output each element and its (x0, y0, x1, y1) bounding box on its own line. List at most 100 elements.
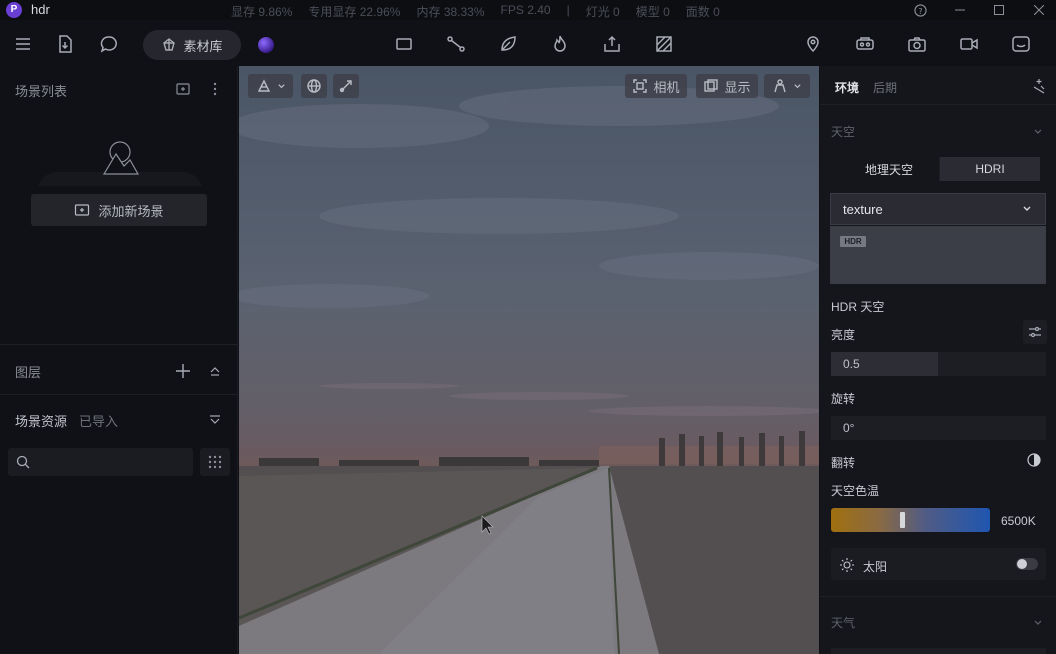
asset-library-button[interactable]: 素材库 (143, 30, 241, 60)
import-file-icon[interactable] (54, 33, 76, 55)
leaf-tool-icon[interactable] (497, 33, 519, 55)
divider (820, 104, 1056, 105)
chevron-down-icon[interactable] (1032, 125, 1044, 137)
scene-list-title: 场景列表 (15, 84, 68, 99)
transform-icon (257, 79, 270, 92)
menu-icon[interactable] (12, 33, 34, 55)
app-window: P hdr 显存 9.86% 专用显存 22.96% 内存 38.33% FPS… (0, 0, 1056, 654)
sky-mode-segmented: 地理天空 HDRI (839, 157, 1040, 181)
transform-dropdown[interactable] (248, 74, 293, 98)
filter-dropdown-icon[interactable] (206, 410, 224, 428)
stats-bar: 显存 9.86% 专用显存 22.96% 内存 38.33% FPS 2.40 … (231, 3, 720, 20)
magic-wand-icon[interactable] (1031, 78, 1047, 94)
stat-lights: 灯光 0 (585, 5, 620, 19)
globe-outline-icon (307, 79, 321, 93)
snap-button[interactable] (333, 74, 359, 98)
stat-models: 模型 0 (635, 5, 670, 19)
divider (0, 394, 238, 395)
add-layer-icon[interactable] (174, 362, 192, 380)
video-icon[interactable] (958, 33, 980, 55)
sky-section-title: 天空 (831, 125, 856, 139)
sky-temp-value: 6500K (1001, 514, 1036, 528)
spawn-tool-icon[interactable] (601, 33, 623, 55)
brightness-value: 0.5 (843, 357, 860, 371)
sun-label: 太阳 (863, 560, 888, 574)
chat-icon[interactable] (98, 33, 120, 55)
layers-title: 图层 (15, 365, 42, 380)
display-icon (704, 79, 719, 92)
tab-scene-assets[interactable]: 场景资源 (15, 411, 67, 430)
vr-icon[interactable] (854, 33, 876, 55)
sky-temp-slider[interactable] (831, 508, 990, 532)
camera-focus-icon (633, 79, 648, 93)
divider (820, 596, 1056, 597)
help-icon[interactable]: ? (905, 0, 935, 20)
add-scene-icon[interactable] (174, 80, 192, 98)
close-button[interactable] (1024, 0, 1054, 20)
weather-section-body (831, 648, 1046, 654)
divider (0, 344, 238, 345)
sky-temp-handle[interactable] (900, 512, 905, 528)
person-icon (774, 79, 786, 93)
rotation-input[interactable]: 0° (831, 416, 1046, 440)
asset-library-label: 素材库 (183, 38, 223, 54)
asset-library-icon (163, 38, 176, 51)
snap-icon (339, 80, 352, 93)
texture-select-value: texture (843, 201, 883, 217)
stat-dedicated-vram: 专用显存 22.96% (308, 5, 401, 19)
stat-vram: 显存 9.86% (231, 5, 293, 19)
texture-select[interactable]: texture (830, 193, 1046, 225)
chevron-down-icon[interactable] (1032, 616, 1044, 628)
adjust-icon[interactable] (1023, 320, 1047, 344)
svg-text:?: ? (918, 5, 922, 15)
brightness-label: 亮度 (831, 328, 856, 342)
app-logo: P (6, 2, 22, 18)
add-scene-button-icon (75, 204, 90, 216)
hdr-sky-label: HDR 天空 (831, 300, 885, 314)
tab-post-processing[interactable]: 后期 (873, 79, 897, 96)
stat-faces: 面数 0 (685, 5, 720, 19)
sky-temp-label: 天空色温 (831, 484, 880, 498)
rotation-label: 旋转 (831, 392, 856, 406)
add-scene-button[interactable]: 添加新场景 (31, 194, 207, 226)
sun-icon (839, 557, 855, 573)
texture-tool-icon[interactable] (653, 33, 675, 55)
character-dropdown[interactable] (764, 74, 810, 98)
world-space-button[interactable] (301, 74, 327, 98)
globe-icon[interactable] (258, 37, 274, 53)
more-options-icon[interactable] (206, 80, 224, 98)
window-title: hdr (31, 2, 50, 17)
path-tool-icon[interactable] (445, 33, 467, 55)
location-icon[interactable] (802, 33, 824, 55)
search-icon (16, 455, 30, 469)
fire-tool-icon[interactable] (549, 33, 571, 55)
grid-icon (208, 455, 222, 469)
texture-preview[interactable] (830, 226, 1046, 284)
rectangle-tool-icon[interactable] (393, 33, 415, 55)
display-menu-button[interactable]: 显示 (696, 74, 758, 98)
minimize-button[interactable] (945, 0, 975, 20)
hdr-badge: HDR (840, 236, 866, 247)
sun-toggle-knob (1017, 559, 1027, 569)
3d-viewport[interactable]: 相机 显示 (239, 66, 819, 654)
tab-imported[interactable]: 已导入 (79, 411, 118, 430)
stat-memory: 内存 38.33% (416, 5, 485, 19)
sky-mode-geo[interactable]: 地理天空 (839, 157, 939, 181)
stat-fps: FPS 2.40 (500, 3, 551, 17)
display-menu-label: 显示 (724, 79, 751, 95)
sky-mode-hdri[interactable]: HDRI (940, 157, 1040, 181)
tab-environment[interactable]: 环境 (835, 79, 859, 96)
camera-menu-button[interactable]: 相机 (625, 74, 687, 98)
asset-search-input[interactable] (8, 448, 193, 476)
flip-icon[interactable] (1027, 453, 1041, 467)
empty-scene-illustration (38, 138, 202, 186)
flip-label: 翻转 (831, 456, 856, 470)
render-icon[interactable] (1010, 33, 1032, 55)
weather-section-title: 天气 (831, 616, 856, 630)
chevron-down-icon (277, 83, 285, 88)
camera-icon[interactable] (906, 33, 928, 55)
grid-view-button[interactable] (200, 448, 230, 476)
chevron-down-icon (794, 83, 801, 88)
collapse-icon[interactable] (206, 362, 224, 380)
maximize-button[interactable] (984, 0, 1014, 20)
